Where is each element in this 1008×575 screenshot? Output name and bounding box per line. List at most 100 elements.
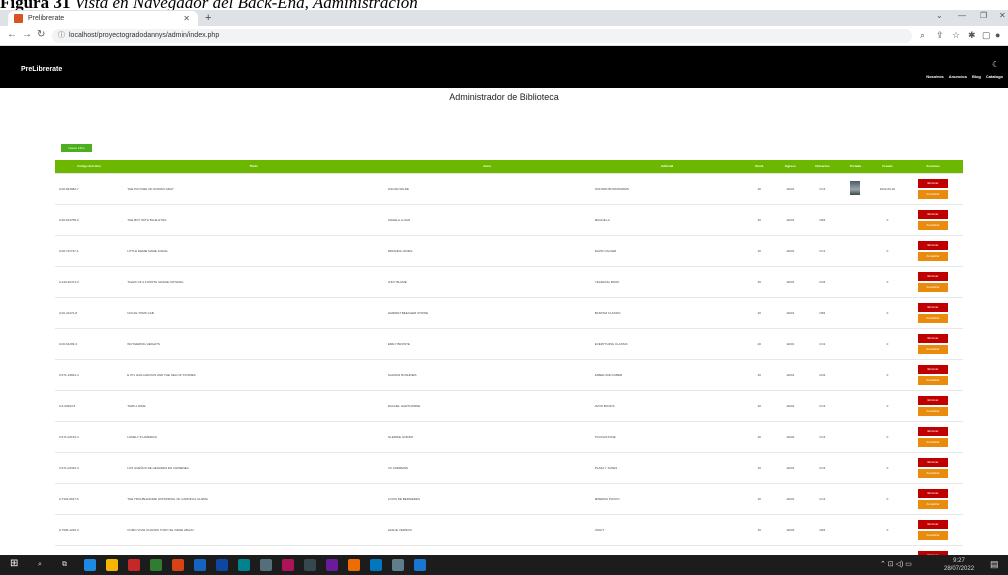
zoom-icon[interactable]: ⌕ — [920, 30, 925, 41]
book-author: MIRANDA JONES — [383, 234, 591, 266]
update-button[interactable]: Actualizar — [917, 499, 948, 509]
extensions-icon[interactable]: ✱ — [968, 30, 976, 41]
book-created: 2022-06-22 — [871, 172, 903, 204]
forward-icon[interactable]: → — [22, 29, 32, 41]
update-button[interactable]: Actualizar — [917, 437, 948, 447]
book-code: 0-6-00294-5 — [55, 389, 124, 421]
delete-button[interactable]: Eliminar — [917, 364, 948, 374]
book-created: 0 — [871, 513, 903, 545]
share-icon[interactable]: ⇪ — [936, 30, 944, 41]
book-title: LITTLE DEMIE NAME ILSDAL — [123, 234, 384, 266]
clock[interactable]: 9:27 28/07/2022 — [944, 557, 974, 573]
table-row: 0-00-41274-8 UNCLE TOMS CAB HARRIET BEECHE… — [55, 296, 963, 328]
book-code: 0-671-02342-3 — [55, 451, 124, 483]
sidebar-icon[interactable]: ▢ — [982, 30, 991, 41]
profile-icon[interactable]: ● — [995, 30, 1000, 41]
search-icon[interactable]: ⌕ — [38, 560, 42, 569]
delete-button[interactable]: Eliminar — [917, 271, 948, 281]
new-tab-icon[interactable]: + — [205, 12, 211, 24]
vscode-icon[interactable] — [414, 559, 426, 571]
table-row: 0-00-824682-7 THE PICTURE OF DORIAN GRAY O… — [55, 172, 963, 204]
table-header: Codigo del Libro Titulo Autor Editorial … — [55, 160, 963, 173]
book-entry: 11001 — [774, 389, 806, 421]
file-explorer-icon[interactable] — [106, 559, 118, 571]
edge-icon[interactable] — [84, 559, 96, 571]
reload-icon[interactable]: ↻ — [37, 29, 45, 41]
delete-button[interactable]: Eliminar — [917, 302, 948, 312]
tray-icons[interactable]: ⌃ ⊡ ◁) ▭ — [880, 560, 912, 569]
star-icon[interactable]: ☆ — [952, 30, 960, 41]
update-button[interactable]: Actualizar — [917, 282, 948, 292]
delete-button[interactable]: Eliminar — [917, 209, 948, 219]
browser-tab[interactable]: Prelibrerate ✕ — [8, 11, 198, 26]
new-book-button[interactable]: Nuevo Libro — [61, 144, 92, 152]
app-icon[interactable] — [282, 559, 294, 571]
update-button[interactable]: Actualizar — [917, 530, 948, 540]
update-button[interactable]: Actualizar — [917, 251, 948, 261]
app-icon[interactable] — [326, 559, 338, 571]
update-button[interactable]: Actualizar — [917, 344, 948, 354]
nav-link-anuncios[interactable]: Anuncios — [949, 74, 967, 79]
table-row: 0-671-02162-4 LONELY IN AMERICA GLEDDIE GO… — [55, 420, 963, 452]
task-view-icon[interactable]: ⧉ — [62, 560, 67, 569]
update-button[interactable]: Actualizar — [917, 406, 948, 416]
book-cover — [838, 234, 872, 266]
book-created: 0 — [871, 420, 903, 452]
delete-button[interactable]: Eliminar — [917, 178, 948, 188]
info-icon: ⓘ — [58, 32, 65, 39]
word-icon[interactable] — [194, 559, 206, 571]
app-icon[interactable] — [238, 559, 250, 571]
book-publisher: MAGNILLA — [590, 203, 744, 235]
action-buttons: EliminarActualizar — [903, 178, 963, 199]
table-row: 0-6-00294-5 THRILL RIDE RACHEL HAWTHORNE AV… — [55, 389, 963, 421]
acrobat-icon[interactable] — [128, 559, 140, 571]
delete-button[interactable]: Eliminar — [917, 395, 948, 405]
chrome-icon[interactable] — [348, 559, 360, 571]
book-title: E 071 HAN-HAROUN AND THE SEA OF STORIES — [123, 358, 384, 390]
delete-button[interactable]: Eliminar — [917, 457, 948, 467]
powerpoint-icon[interactable] — [172, 559, 184, 571]
site-brand[interactable]: PreLibrerate — [21, 66, 62, 73]
excel-icon[interactable] — [150, 559, 162, 571]
nav-link-blog[interactable]: Blog — [972, 74, 981, 79]
minimize-icon[interactable]: — — [958, 11, 966, 20]
delete-button[interactable]: Eliminar — [917, 519, 948, 529]
url-input[interactable]: ⓘ localhost/proyectogradodannys/admin/ind… — [52, 29, 912, 43]
moon-icon[interactable]: ☾ — [992, 60, 999, 69]
delete-button[interactable]: Eliminar — [917, 240, 948, 250]
app-icon[interactable] — [370, 559, 382, 571]
chevron-down-icon[interactable]: ⌄ — [936, 11, 943, 20]
book-publisher: OXFORD BOOKWORMS — [590, 172, 744, 204]
update-button[interactable]: Actualizar — [917, 220, 948, 230]
photoshop-icon[interactable] — [216, 559, 228, 571]
book-publisher: BANTAM CLASSIC — [590, 296, 744, 328]
update-button[interactable]: Actualizar — [917, 468, 948, 478]
update-button[interactable]: Actualizar — [917, 375, 948, 385]
app-icon[interactable] — [304, 559, 316, 571]
delete-button[interactable]: Eliminar — [917, 426, 948, 436]
windows-taskbar: ⊞ ⌕ ⧉ ⌃ ⊡ ◁) ▭ 9:27 28/07/2022 ▤ — [0, 555, 1008, 575]
windows-start-icon[interactable]: ⊞ — [10, 559, 18, 569]
action-buttons: EliminarActualizar — [903, 302, 963, 323]
table-row: 0-671-02342-3 LOS SUEÑOS DE HENARES EN CH… — [55, 451, 963, 483]
notification-icon[interactable]: ▤ — [990, 560, 999, 569]
book-stock: 20 — [743, 172, 775, 204]
delete-button[interactable]: Eliminar — [917, 333, 948, 343]
book-cover — [838, 513, 872, 545]
nav-link-nosotros[interactable]: Nosotros — [926, 74, 944, 79]
maximize-icon[interactable]: ❐ — [980, 11, 987, 20]
clock-date: 28/07/2022 — [944, 566, 975, 572]
update-button[interactable]: Actualizar — [917, 189, 948, 199]
app-icon[interactable] — [392, 559, 404, 571]
back-icon[interactable]: ← — [7, 29, 17, 41]
book-location: CC1 — [805, 234, 839, 266]
close-window-icon[interactable]: ✕ — [999, 11, 1006, 20]
delete-button[interactable]: Eliminar — [917, 488, 948, 498]
book-publisher: UNILIT — [590, 513, 744, 545]
update-button[interactable]: Actualizar — [917, 313, 948, 323]
nav-link-catalogo[interactable]: Catalogo — [986, 74, 1003, 79]
close-tab-icon[interactable]: ✕ — [183, 14, 190, 23]
app-icon[interactable] — [260, 559, 272, 571]
col-header: Editorial — [590, 160, 744, 173]
book-cover — [838, 265, 872, 297]
